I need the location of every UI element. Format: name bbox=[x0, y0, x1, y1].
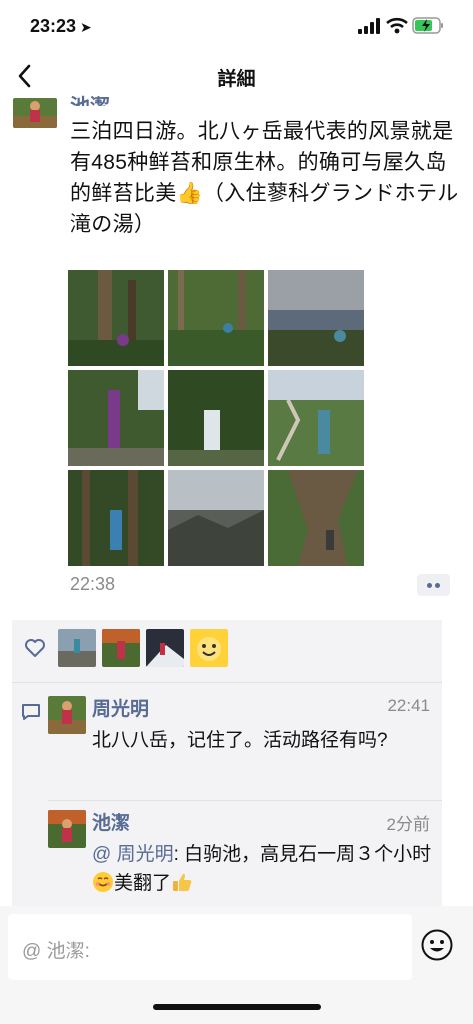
more-actions-button[interactable] bbox=[417, 574, 450, 596]
avatar[interactable] bbox=[48, 810, 86, 848]
home-indicator[interactable] bbox=[153, 1004, 321, 1010]
location-arrow-icon: ➤ bbox=[80, 19, 92, 35]
photo-rocky-peak[interactable] bbox=[168, 470, 264, 566]
comment-time: 22:41 bbox=[387, 696, 430, 715]
photo-summit-view[interactable] bbox=[268, 270, 364, 366]
avatar[interactable] bbox=[48, 696, 86, 734]
mention-link[interactable]: @ 周光明 bbox=[92, 844, 174, 865]
avatar[interactable] bbox=[13, 98, 57, 128]
likes-row bbox=[12, 620, 442, 678]
thumbs-up-emoji-icon bbox=[173, 873, 192, 891]
likes-comments-panel: 周光明 22:41 北八八岳，记住了。活动路径有吗? 池潔 2分前 @ 周光明:… bbox=[12, 620, 442, 908]
divider bbox=[12, 682, 442, 683]
comment-text: @ 周光明: 白驹池，高見石一周３个小时美翻了 bbox=[92, 840, 432, 898]
post-author-name[interactable]: 池潔 bbox=[70, 90, 110, 106]
emoji-face-icon[interactable] bbox=[420, 928, 454, 962]
dot-icon bbox=[427, 583, 432, 588]
photo-tall-forest[interactable] bbox=[68, 470, 164, 566]
heart-icon bbox=[25, 639, 45, 657]
comment-body-after: 美翻了 bbox=[114, 873, 172, 894]
comment-input[interactable]: @ 池潔: bbox=[8, 914, 412, 980]
comment-time: 2分前 bbox=[386, 815, 430, 834]
comment-text: 北八八岳，记住了。活动路径有吗? bbox=[92, 730, 388, 751]
post-text: 三泊四日游。北八ヶ岳最代表的风景就是有485种鲜苔和原生林。的确可与屋久岛的鲜苔… bbox=[70, 120, 459, 236]
photo-waterfall-moss[interactable] bbox=[168, 370, 264, 466]
comment-icon bbox=[22, 704, 40, 720]
wifi-icon bbox=[386, 17, 408, 34]
like-avatar-hiker-snow[interactable] bbox=[146, 629, 184, 667]
signal-icon bbox=[358, 18, 380, 34]
dot-icon bbox=[435, 583, 440, 588]
divider bbox=[48, 800, 442, 801]
photo-mossy-forest[interactable] bbox=[168, 270, 264, 366]
like-avatar-hiker-autumn[interactable] bbox=[102, 629, 140, 667]
photo-giant-tree[interactable] bbox=[268, 470, 364, 566]
battery-charging-icon bbox=[412, 17, 443, 34]
status-time: 23:23 ➤ bbox=[30, 16, 92, 36]
photo-tree-hiker[interactable] bbox=[68, 370, 164, 466]
photo-deadwood-hiker[interactable] bbox=[268, 370, 364, 466]
post-time: 22:38 bbox=[70, 574, 116, 594]
like-avatar-smiley-sticker[interactable] bbox=[190, 629, 228, 667]
smile-emoji-icon bbox=[93, 872, 113, 892]
photo-forest-trail[interactable] bbox=[68, 270, 164, 366]
status-bar: 23:23 ➤ bbox=[0, 0, 473, 54]
comment-body: : 白驹池，高見石一周３个小时 bbox=[173, 844, 432, 865]
comment-author[interactable]: 周光明 bbox=[92, 694, 149, 721]
like-avatar-hiker-rocks[interactable] bbox=[58, 629, 96, 667]
page-title: 詳細 bbox=[217, 69, 256, 90]
comment-author[interactable]: 池潔 bbox=[92, 808, 130, 835]
